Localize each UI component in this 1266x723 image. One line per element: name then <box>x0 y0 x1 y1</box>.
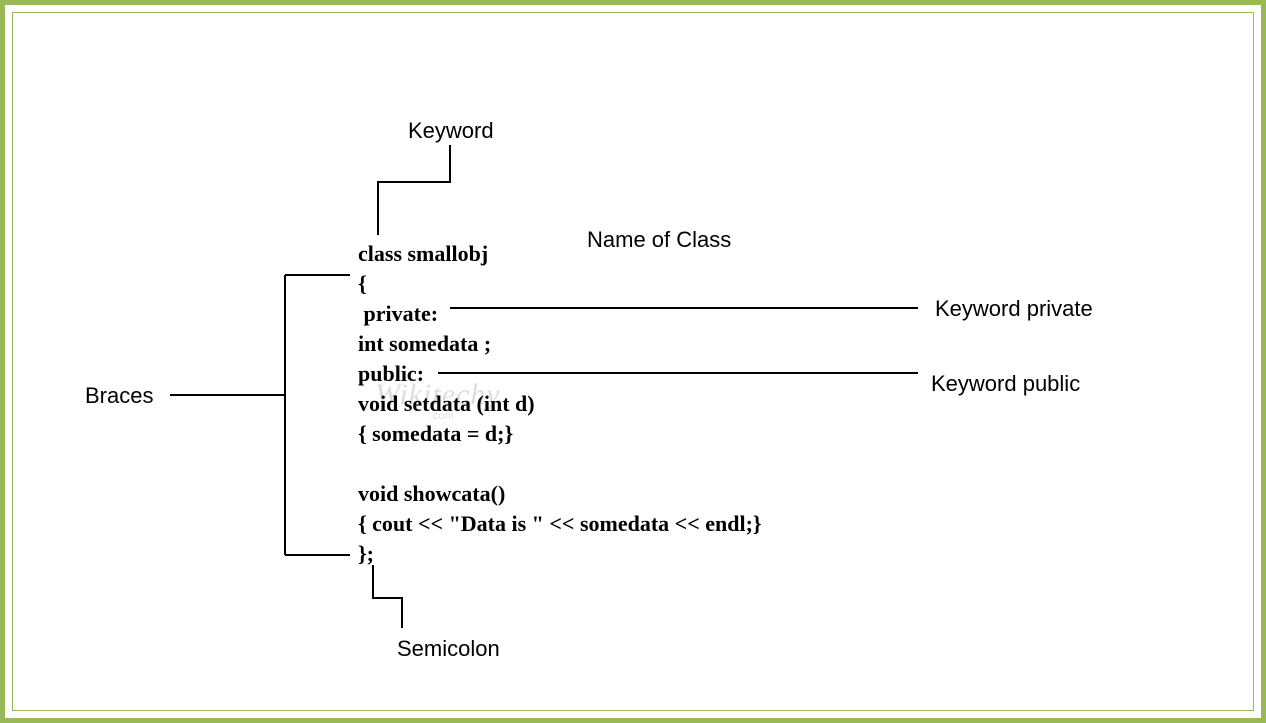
label-keyword: Keyword <box>408 118 494 144</box>
label-braces: Braces <box>85 383 153 409</box>
code-line-1: class smallobj <box>358 241 488 267</box>
code-line-10: }; <box>358 541 374 567</box>
code-line-5: public: <box>358 361 424 387</box>
label-keyword-private: Keyword private <box>935 296 1093 322</box>
code-line-3: private: <box>358 301 438 327</box>
label-keyword-public: Keyword public <box>931 371 1080 397</box>
inner-border <box>12 12 1254 711</box>
label-name-of-class: Name of Class <box>587 227 731 253</box>
code-line-6: void setdata (int d) <box>358 391 535 417</box>
code-line-9: { cout << "Data is " << somedata << endl… <box>358 511 762 537</box>
code-line-8: void showcata() <box>358 481 505 507</box>
code-line-4: int somedata ; <box>358 331 491 357</box>
label-semicolon: Semicolon <box>397 636 500 662</box>
code-line-7: { somedata = d;} <box>358 421 513 447</box>
code-line-2: { <box>358 271 367 297</box>
